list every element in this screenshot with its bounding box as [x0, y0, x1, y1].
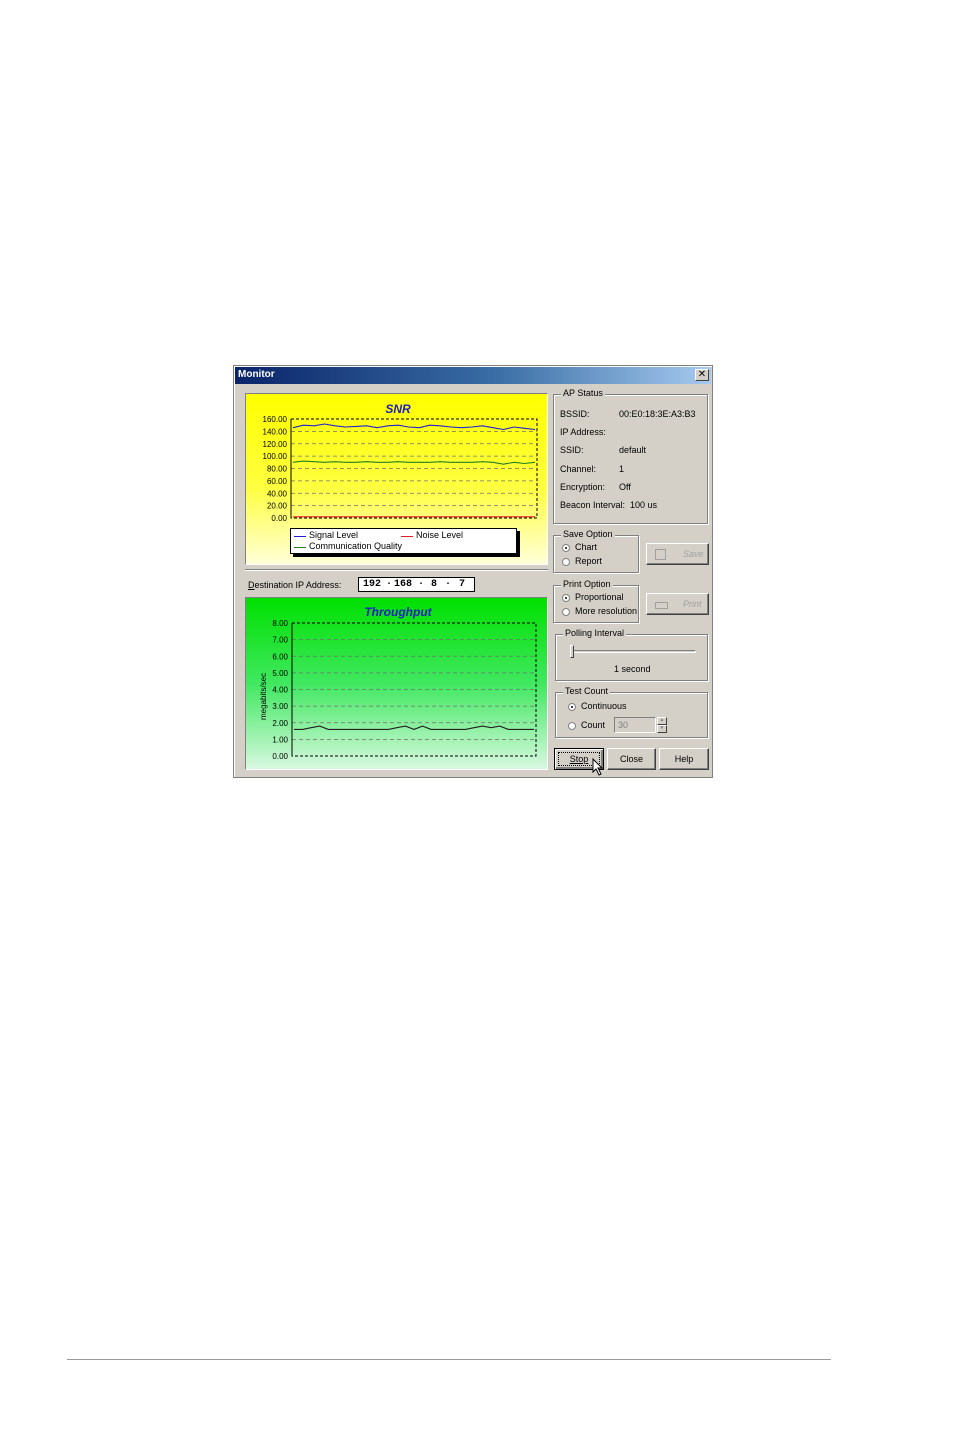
- polling-interval-label: Polling Interval: [563, 628, 627, 638]
- ap-status-key: Beacon Interval:: [560, 500, 626, 510]
- snr-y-tick-label: 120.00: [263, 440, 288, 449]
- test-count-label: Test Count: [563, 686, 611, 696]
- monitor-window: Monitor ✕ SNR 160.00 140.00 120.00 100.00 80…: [233, 365, 713, 778]
- ip-octet-3: 8: [431, 579, 438, 590]
- ip-dot: ·: [386, 579, 393, 590]
- print-option-label: Print Option: [561, 579, 613, 589]
- quality-legend-label: Communication Quality: [309, 541, 403, 551]
- chart-radio[interactable]: [562, 544, 570, 552]
- throughput-y-tick-label: 1.00: [272, 735, 288, 744]
- close-button-label: Close: [619, 754, 643, 764]
- snr-legend: Signal Level Noise Level Communication Q…: [290, 528, 517, 554]
- snr-y-tick-label: 0.00: [271, 514, 287, 523]
- chart-radio-label[interactable]: Chart: [575, 542, 597, 552]
- snr-y-tick-label: 160.00: [263, 415, 288, 424]
- snr-chart-panel: SNR 160.00 140.00 120.00 100.00 80.00 60.00 40…: [245, 393, 548, 565]
- close-button[interactable]: Close: [607, 748, 656, 770]
- ap-status-key: Channel:: [560, 463, 597, 474]
- snr-title: SNR: [385, 402, 411, 416]
- ap-status-value: 1: [619, 463, 625, 474]
- quality-legend-swatch: [294, 547, 306, 548]
- spinner-up-icon[interactable]: ▲: [657, 717, 667, 725]
- ap-status-value: default: [619, 445, 647, 456]
- count-spinner[interactable]: ▲ ▼: [657, 717, 667, 733]
- ap-status-value: 00:E0:18:3E:A3:B3: [619, 409, 696, 419]
- snr-y-tick-label: 140.00: [263, 427, 288, 436]
- throughput-y-tick-label: 2.00: [272, 719, 288, 728]
- count-radio[interactable]: [568, 722, 576, 730]
- floppy-icon: [655, 549, 666, 560]
- polling-slider-thumb[interactable]: [570, 645, 574, 658]
- ap-status-value: Off: [619, 481, 631, 492]
- ip-dot: ·: [445, 579, 452, 590]
- throughput-y-tick-label: 5.00: [272, 669, 288, 678]
- throughput-title: Throughput: [364, 605, 432, 619]
- ap-status-value: 100 us: [630, 500, 658, 510]
- print-button-label: Print: [683, 599, 702, 609]
- ip-octet-4: 7: [459, 579, 466, 590]
- throughput-y-tick-label: 4.00: [272, 686, 288, 695]
- close-icon[interactable]: ✕: [695, 369, 709, 381]
- snr-y-tick-label: 60.00: [267, 477, 288, 486]
- test-count-group: Test Count Continuous Count 30 ▲ ▼: [555, 686, 708, 738]
- print-option-group: Print Option Proportional More resolutio…: [553, 579, 639, 623]
- save-button-label: Save: [683, 549, 704, 559]
- printer-icon: [655, 602, 668, 609]
- snr-y-tick-label: 20.00: [267, 502, 288, 511]
- ip-dot: ·: [418, 579, 425, 590]
- polling-slider-track[interactable]: [570, 650, 696, 653]
- destination-ip-label: Destination IP Address:: [248, 580, 342, 590]
- proportional-radio[interactable]: [562, 594, 570, 602]
- throughput-y-tick-label: 0.00: [272, 752, 288, 761]
- ip-octet-2: 168: [394, 579, 413, 590]
- help-button-label: Help: [674, 754, 694, 764]
- signal-legend-label: Signal Level: [309, 530, 359, 540]
- save-button[interactable]: Save: [646, 543, 709, 565]
- throughput-y-tick-label: 6.00: [272, 652, 288, 661]
- ap-status-group: AP Status BSSID: 00:E0:18:3E:A3:B3 IP Addr…: [553, 388, 708, 524]
- ap-status-label: AP Status: [561, 388, 605, 398]
- snr-y-tick-label: 80.00: [267, 465, 288, 474]
- count-input[interactable]: 30: [614, 717, 656, 733]
- count-input-value: 30: [618, 720, 629, 730]
- throughput-y-tick-label: 3.00: [272, 702, 288, 711]
- throughput-ylabel: megabits/sec: [259, 673, 268, 720]
- spinner-down-icon[interactable]: ▼: [657, 725, 667, 733]
- window-title: Monitor: [238, 369, 275, 380]
- proportional-radio-label[interactable]: Proportional: [575, 592, 624, 602]
- throughput-chart-panel: Throughput megabits/sec 8.00 7.00 6.00 5.00…: [245, 597, 548, 770]
- print-button[interactable]: Print: [646, 593, 709, 615]
- polling-interval-group: Polling Interval 1 second: [555, 628, 708, 681]
- more-resolution-radio[interactable]: [562, 608, 570, 616]
- throughput-y-tick-label: 7.00: [272, 636, 288, 645]
- more-resolution-radio-label[interactable]: More resolution: [575, 606, 637, 616]
- signal-legend-swatch: [294, 536, 306, 537]
- ip-octet-1: 192: [363, 579, 382, 590]
- report-radio-label[interactable]: Report: [575, 556, 602, 566]
- report-radio[interactable]: [562, 558, 570, 566]
- title-bar[interactable]: Monitor ✕: [235, 367, 711, 384]
- continuous-radio[interactable]: [568, 703, 576, 711]
- mouse-cursor-icon: [592, 758, 604, 776]
- ap-status-key: IP Address:: [560, 427, 606, 438]
- count-radio-label[interactable]: Count: [581, 720, 605, 730]
- save-option-group: Save Option Chart Report: [553, 529, 639, 573]
- polling-interval-value: 1 second: [614, 664, 651, 674]
- destination-ip-input[interactable]: 192 · 168 · 8 · 7: [358, 577, 475, 592]
- throughput-y-tick-label: 8.00: [272, 619, 288, 628]
- page-footer-rule: [67, 1359, 831, 1360]
- help-button[interactable]: Help: [659, 748, 709, 770]
- noise-legend-swatch: [401, 536, 413, 537]
- divider: [245, 569, 548, 571]
- snr-y-tick-label: 40.00: [267, 489, 288, 498]
- ap-status-key: SSID:: [560, 445, 584, 456]
- ap-status-key: BSSID:: [560, 409, 590, 419]
- noise-legend-label: Noise Level: [416, 530, 464, 540]
- ap-status-key: Encryption:: [560, 481, 606, 492]
- continuous-radio-label[interactable]: Continuous: [581, 701, 627, 711]
- throughput-chart: Throughput megabits/sec 8.00 7.00 6.00 5.00…: [259, 605, 537, 761]
- snr-y-tick-label: 100.00: [263, 452, 288, 461]
- save-option-label: Save Option: [561, 529, 615, 539]
